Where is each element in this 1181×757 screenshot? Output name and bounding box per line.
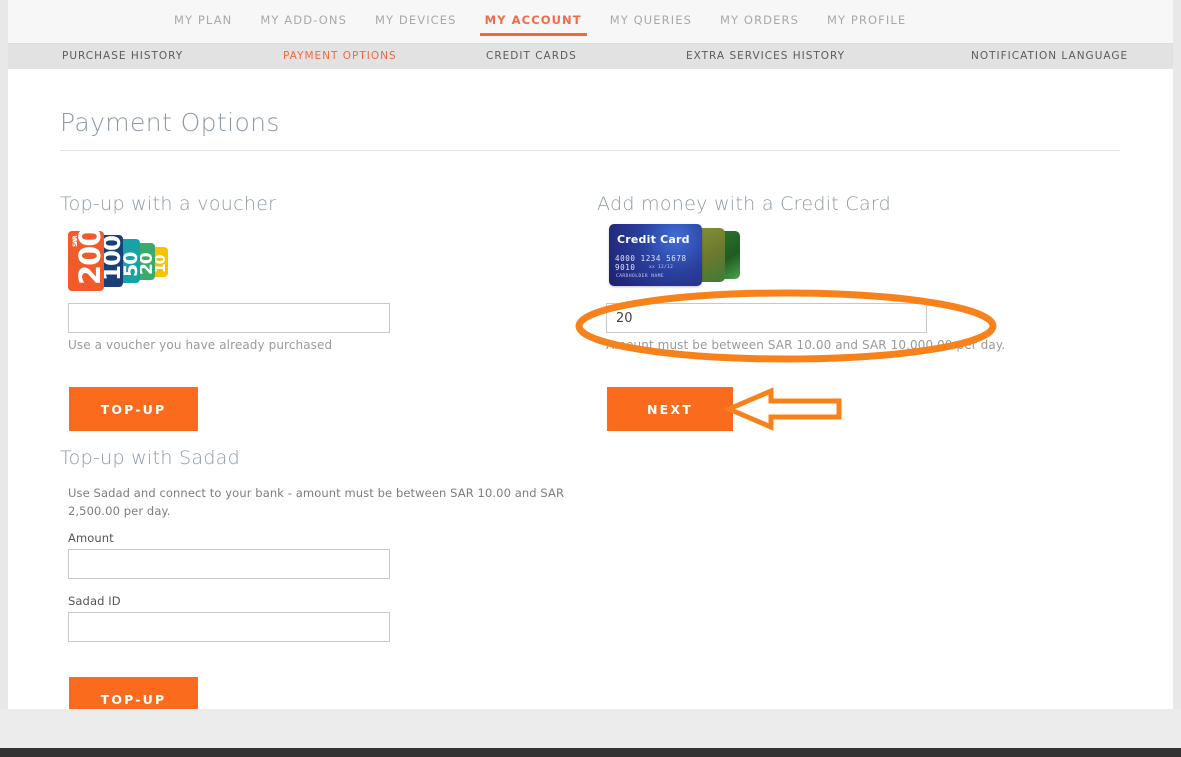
credit-card-amount-input[interactable] (606, 303, 927, 333)
sub-navigation-bar: PURCHASE HISTORY PAYMENT OPTIONS CREDIT … (8, 44, 1173, 69)
credit-card-graphic-front-blue: Credit Card 4000 1234 5678 9010 xx 12/12… (609, 224, 702, 286)
voucher-section-title: Top-up with a voucher (60, 193, 277, 215)
voucher-card-200: SAR 200 (68, 231, 104, 291)
credit-card-graphic-label: Credit Card (617, 233, 690, 246)
nav-item-my-queries[interactable]: MY QUERIES (596, 0, 706, 44)
voucher-input-hint: Use a voucher you have already purchased (68, 338, 333, 352)
voucher-cards-image: 10 20 50 100 SAR 200 (68, 229, 178, 293)
credit-card-next-button[interactable]: NEXT (607, 387, 733, 431)
nav-item-my-add-ons[interactable]: MY ADD-ONS (246, 0, 361, 44)
sadad-description: Use Sadad and connect to your bank - amo… (68, 486, 565, 518)
sadad-amount-label: Amount (68, 531, 114, 545)
credit-card-graphic-expiry: xx 12/12 (649, 265, 674, 270)
nav-item-my-orders[interactable]: MY ORDERS (706, 0, 813, 44)
nav-item-my-plan[interactable]: MY PLAN (160, 0, 246, 44)
voucher-topup-button[interactable]: TOP-UP (69, 387, 198, 431)
credit-card-section-title: Add money with a Credit Card (597, 193, 892, 215)
footer-bar (0, 748, 1181, 757)
voucher-code-input[interactable] (68, 303, 390, 333)
page-frame: MY PLAN MY ADD-ONS MY DEVICES MY ACCOUNT… (8, 0, 1173, 750)
credit-card-amount-hint: Amount must be between SAR 10.00 and SAR… (606, 338, 1006, 352)
main-content: Payment Options Top-up with a voucher 10… (8, 69, 1173, 721)
nav-item-my-profile[interactable]: MY PROFILE (813, 0, 920, 44)
sadad-id-input[interactable] (68, 612, 390, 642)
voucher-card-10-amount: 10 (153, 255, 168, 273)
main-navigation-bar: MY PLAN MY ADD-ONS MY DEVICES MY ACCOUNT… (8, 0, 1173, 44)
title-divider (60, 150, 1120, 151)
voucher-card-200-amount: 200 (73, 231, 104, 285)
sadad-section-title: Top-up with Sadad (60, 447, 240, 469)
browser-viewport: MY PLAN MY ADD-ONS MY DEVICES MY ACCOUNT… (0, 0, 1181, 757)
page-title: Payment Options (60, 108, 280, 137)
subnav-item-notification-language[interactable]: NOTIFICATION LANGUAGE (971, 44, 1128, 69)
voucher-card-50-amount: 50 (120, 252, 140, 277)
footer-band (0, 709, 1181, 748)
sadad-amount-input[interactable] (68, 549, 390, 579)
credit-cards-image: d*0V1 g*5G0 Credit Card 4000 1234 5678 9… (609, 224, 744, 286)
credit-card-graphic-cardholder: CARDHOLDER NAME (616, 274, 665, 279)
subnav-item-purchase-history[interactable]: PURCHASE HISTORY (62, 44, 183, 69)
subnav-item-extra-services-history[interactable]: EXTRA SERVICES HISTORY (686, 44, 845, 69)
nav-item-my-account[interactable]: MY ACCOUNT (471, 0, 596, 44)
sadad-id-label: Sadad ID (68, 594, 121, 608)
nav-item-my-devices[interactable]: MY DEVICES (361, 0, 471, 44)
subnav-item-payment-options[interactable]: PAYMENT OPTIONS (283, 44, 397, 69)
subnav-item-credit-cards[interactable]: CREDIT CARDS (486, 44, 577, 69)
main-navigation-items: MY PLAN MY ADD-ONS MY DEVICES MY ACCOUNT… (160, 0, 920, 44)
